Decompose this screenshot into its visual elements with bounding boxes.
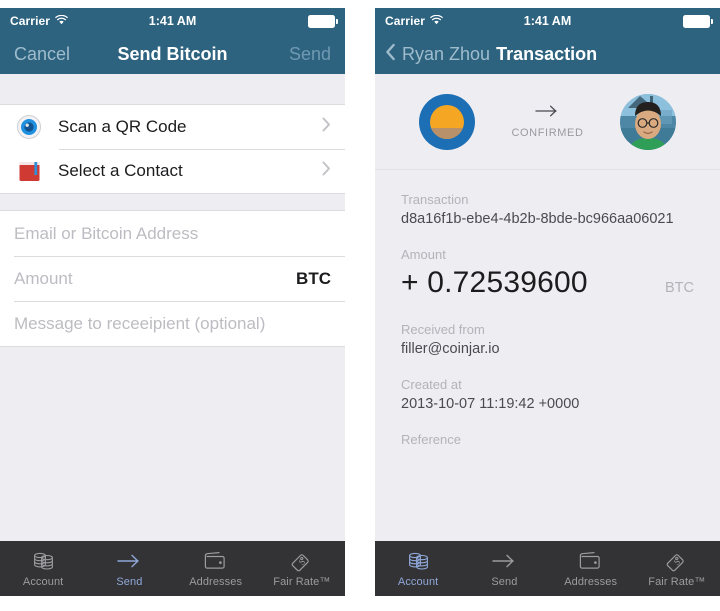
top-spacer bbox=[0, 74, 345, 104]
arrow-right-icon bbox=[491, 549, 517, 573]
navigation-bar-send: Cancel Send Bitcoin Send bbox=[0, 34, 345, 74]
recipient-input[interactable] bbox=[14, 223, 331, 244]
tab-addresses[interactable]: Addresses bbox=[548, 541, 634, 596]
status-bar-left-group: Carrier bbox=[10, 14, 68, 28]
carrier-label: Carrier bbox=[10, 14, 51, 28]
amount-line: + 0.72539600 BTC bbox=[401, 266, 694, 300]
amount-row[interactable]: BTC bbox=[0, 256, 345, 301]
send-screen-body: Scan a QR Code Select a Contact Email or… bbox=[0, 74, 345, 541]
field-label: Reference bbox=[401, 432, 461, 447]
scan-qr-code-label: Scan a QR Code bbox=[58, 117, 187, 136]
chevron-left-icon bbox=[385, 43, 396, 66]
address-book-icon bbox=[14, 156, 44, 186]
battery-icon bbox=[683, 14, 713, 28]
tab-account[interactable]: Account bbox=[375, 541, 461, 596]
status-bar-right-group bbox=[308, 14, 338, 28]
field-amount: Amount + 0.72539600 BTC bbox=[401, 247, 694, 300]
arrow-right-icon bbox=[116, 549, 142, 573]
transaction-parties-header: CONFIRMED bbox=[375, 74, 720, 170]
status-bar-right: Carrier 1:41 AM bbox=[375, 8, 720, 34]
status-badge: CONFIRMED bbox=[511, 127, 584, 139]
received-from-value: filler@coinjar.io bbox=[401, 341, 500, 357]
carrier-label: Carrier bbox=[385, 14, 426, 28]
tab-account-label: Account bbox=[22, 576, 64, 588]
field-received-from: Received from filler@coinjar.io bbox=[401, 322, 694, 357]
cancel-button[interactable]: Cancel bbox=[14, 44, 70, 65]
message-input[interactable] bbox=[14, 313, 331, 334]
tab-fair-rate-label: Fair Rate™ bbox=[273, 576, 331, 588]
created-at-value: 2013-10-07 11:19:42 +0000 bbox=[401, 396, 580, 412]
send-form-group: BTC bbox=[0, 210, 345, 347]
recipient-row[interactable] bbox=[0, 211, 345, 256]
coins-stack-icon bbox=[32, 549, 55, 573]
screenshot-stage: Carrier 1:41 AM Cancel Send Bitcoin Send bbox=[0, 0, 720, 611]
tab-addresses[interactable]: Addresses bbox=[173, 541, 259, 596]
wifi-icon bbox=[430, 14, 443, 28]
message-row[interactable] bbox=[0, 301, 345, 346]
coin-sun-shape bbox=[430, 104, 465, 139]
field-transaction: Transaction d8a16f1b-ebe4-4b2b-8bde-bc96… bbox=[401, 192, 694, 227]
wallet-icon bbox=[204, 549, 228, 573]
transaction-details: Transaction d8a16f1b-ebe4-4b2b-8bde-bc96… bbox=[375, 170, 720, 447]
qr-scan-icon bbox=[14, 112, 44, 142]
tab-send[interactable]: Send bbox=[86, 541, 172, 596]
sender-avatar-wrap bbox=[419, 93, 476, 150]
tab-account[interactable]: Account bbox=[0, 541, 86, 596]
price-tag-icon: S bbox=[665, 549, 688, 573]
contact-photo-avatar bbox=[619, 93, 676, 150]
select-contact-label: Select a Contact bbox=[58, 161, 183, 180]
tab-send-label: Send bbox=[491, 576, 518, 588]
tab-bar-right: Account Send Addresses S Fair Rate™ bbox=[375, 541, 720, 596]
send-button[interactable]: Send bbox=[289, 44, 331, 65]
transaction-status-group: CONFIRMED bbox=[511, 104, 583, 139]
navigation-bar-transaction: Ryan Zhou Transaction bbox=[375, 34, 720, 74]
field-label: Amount bbox=[401, 247, 446, 262]
back-button-label: Ryan Zhou bbox=[402, 43, 491, 64]
tab-bar-left: Account Send Addresses S Fair Rate™ bbox=[0, 541, 345, 596]
amount-value: + 0.72539600 bbox=[401, 266, 588, 299]
field-reference: Reference bbox=[401, 432, 694, 447]
amount-unit-label: BTC bbox=[296, 268, 331, 288]
chevron-right-icon bbox=[322, 161, 331, 181]
transaction-screen: Carrier 1:41 AM Ryan Zhou Transaction CO… bbox=[375, 8, 720, 596]
amount-input[interactable] bbox=[14, 268, 287, 289]
tab-fair-rate[interactable]: S Fair Rate™ bbox=[634, 541, 720, 596]
arrow-right-icon bbox=[533, 104, 561, 123]
tab-fair-rate[interactable]: S Fair Rate™ bbox=[259, 541, 345, 596]
status-bar-left: Carrier 1:41 AM bbox=[0, 8, 345, 34]
tab-send-label: Send bbox=[116, 576, 143, 588]
send-actions-group: Scan a QR Code Select a Contact bbox=[0, 104, 345, 194]
transaction-id-value: d8a16f1b-ebe4-4b2b-8bde-bc966aa06021 bbox=[401, 211, 674, 227]
battery-icon bbox=[308, 14, 338, 28]
wifi-icon bbox=[55, 14, 68, 28]
field-label: Created at bbox=[401, 377, 462, 392]
transaction-screen-body: CONFIRMED Transaction d8a16f1b-ebe4-4b2b… bbox=[375, 74, 720, 541]
coins-stack-icon bbox=[407, 549, 430, 573]
status-bar-left-group: Carrier bbox=[385, 14, 443, 28]
back-button[interactable]: Ryan Zhou bbox=[385, 43, 490, 66]
field-created-at: Created at 2013-10-07 11:19:42 +0000 bbox=[401, 377, 694, 412]
status-bar-right-group bbox=[683, 14, 713, 28]
page-title: Transaction bbox=[496, 43, 598, 64]
tab-addresses-label: Addresses bbox=[564, 576, 618, 588]
field-label: Transaction bbox=[401, 192, 469, 207]
amount-unit-label: BTC bbox=[665, 280, 694, 296]
chevron-right-icon bbox=[322, 117, 331, 137]
field-label: Received from bbox=[401, 322, 485, 337]
coinjar-coin-avatar bbox=[419, 93, 476, 150]
price-tag-icon: S bbox=[290, 549, 313, 573]
send-bitcoin-screen: Carrier 1:41 AM Cancel Send Bitcoin Send bbox=[0, 8, 345, 596]
scan-qr-code-row[interactable]: Scan a QR Code bbox=[0, 105, 345, 149]
select-contact-row[interactable]: Select a Contact bbox=[0, 149, 345, 193]
tab-send[interactable]: Send bbox=[461, 541, 547, 596]
wallet-icon bbox=[579, 549, 603, 573]
tab-fair-rate-label: Fair Rate™ bbox=[648, 576, 706, 588]
tab-account-label: Account bbox=[397, 576, 439, 588]
tab-addresses-label: Addresses bbox=[189, 576, 243, 588]
